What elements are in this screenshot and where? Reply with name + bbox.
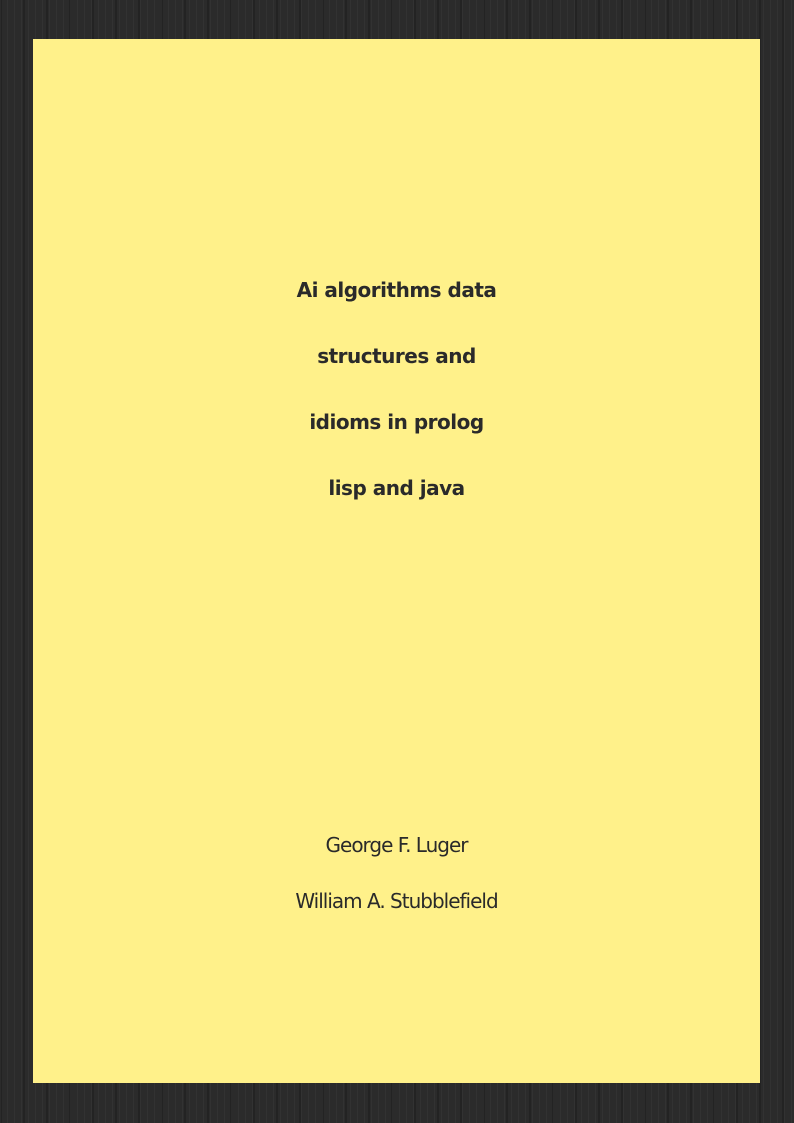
dark-wood-frame: Ai algorithms data structures and idioms… bbox=[0, 0, 794, 1123]
book-cover: Ai algorithms data structures and idioms… bbox=[33, 39, 760, 1083]
title-line-4: lisp and java bbox=[328, 476, 465, 500]
book-title: Ai algorithms data structures and idioms… bbox=[33, 257, 760, 521]
title-line-1: Ai algorithms data bbox=[296, 278, 497, 302]
title-line-3: idioms in prolog bbox=[309, 410, 484, 434]
author-1: George F. Luger bbox=[325, 833, 469, 857]
book-authors: George F. Luger William A. Stubblefield bbox=[33, 817, 760, 929]
title-line-2: structures and bbox=[317, 344, 476, 368]
author-2: William A. Stubblefield bbox=[295, 889, 498, 913]
